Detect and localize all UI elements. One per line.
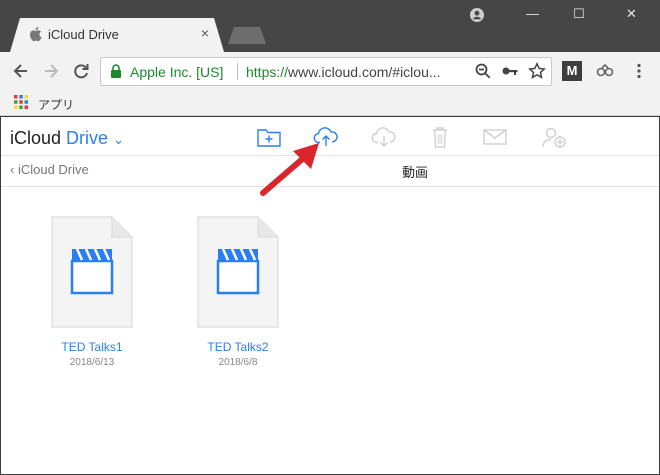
chevron-left-icon: ‹ bbox=[10, 162, 18, 177]
app-title-icloud: iCloud bbox=[10, 128, 62, 148]
lock-icon[interactable] bbox=[110, 64, 122, 78]
key-icon[interactable] bbox=[501, 62, 519, 80]
app-title-drive: Drive bbox=[66, 128, 109, 148]
profile-icon[interactable] bbox=[470, 8, 484, 22]
tab-title: iCloud Drive bbox=[48, 27, 119, 42]
back-to-drive-link[interactable]: ‹ iCloud Drive bbox=[10, 162, 89, 177]
apps-grid-icon[interactable] bbox=[14, 95, 28, 109]
annotation-arrow bbox=[260, 143, 319, 196]
menu-dots-icon[interactable] bbox=[630, 62, 648, 80]
reload-icon[interactable] bbox=[70, 60, 92, 82]
video-file-icon bbox=[197, 216, 279, 328]
bookmark-apps[interactable]: アプリ bbox=[38, 96, 74, 113]
file-date: 2018/6/13 bbox=[69, 357, 115, 368]
zoom-icon[interactable] bbox=[474, 62, 492, 80]
folder-title: 動画 bbox=[401, 165, 428, 180]
close-window-button[interactable]: ✕ bbox=[626, 6, 637, 28]
url-scheme: https:// bbox=[246, 64, 289, 80]
extension-icon[interactable] bbox=[596, 62, 614, 80]
new-tab-button[interactable] bbox=[228, 27, 266, 44]
file-item[interactable]: TED Talks2 2018/6/8 bbox=[183, 215, 293, 375]
bookmarks-bar bbox=[0, 90, 660, 116]
file-item[interactable]: TED Talks1 2018/6/13 bbox=[37, 215, 147, 375]
file-date: 2018/6/8 bbox=[218, 357, 258, 368]
maximize-button[interactable]: ☐ bbox=[573, 6, 585, 28]
cloud-download-icon[interactable] bbox=[371, 125, 397, 149]
apple-icon bbox=[29, 26, 42, 42]
extension-m-button[interactable]: M bbox=[562, 61, 582, 81]
omnibox-separator bbox=[237, 63, 238, 80]
mail-icon[interactable] bbox=[482, 125, 508, 149]
back-link-label: iCloud Drive bbox=[17, 162, 89, 177]
certificate-label[interactable]: Apple Inc. [US] bbox=[130, 64, 223, 80]
add-person-icon[interactable] bbox=[541, 125, 567, 149]
video-file-icon bbox=[51, 216, 133, 328]
star-icon[interactable] bbox=[528, 62, 546, 80]
back-arrow-icon[interactable] bbox=[10, 60, 32, 82]
url-host: www.icloud.com/#iclou... bbox=[288, 64, 441, 80]
tab-close-button[interactable]: × bbox=[198, 25, 212, 41]
url-text[interactable]: https://www.icloud.com/#iclou... bbox=[246, 64, 468, 80]
minimize-button[interactable]: — bbox=[526, 6, 539, 28]
chevron-down-icon: ⌄ bbox=[113, 132, 124, 147]
forward-arrow-icon[interactable] bbox=[40, 60, 62, 82]
file-name[interactable]: TED Talks1 bbox=[37, 340, 147, 354]
trash-icon[interactable] bbox=[427, 125, 453, 149]
app-title[interactable]: iCloud Drive ⌄ bbox=[10, 128, 124, 149]
file-name[interactable]: TED Talks2 bbox=[183, 340, 293, 354]
